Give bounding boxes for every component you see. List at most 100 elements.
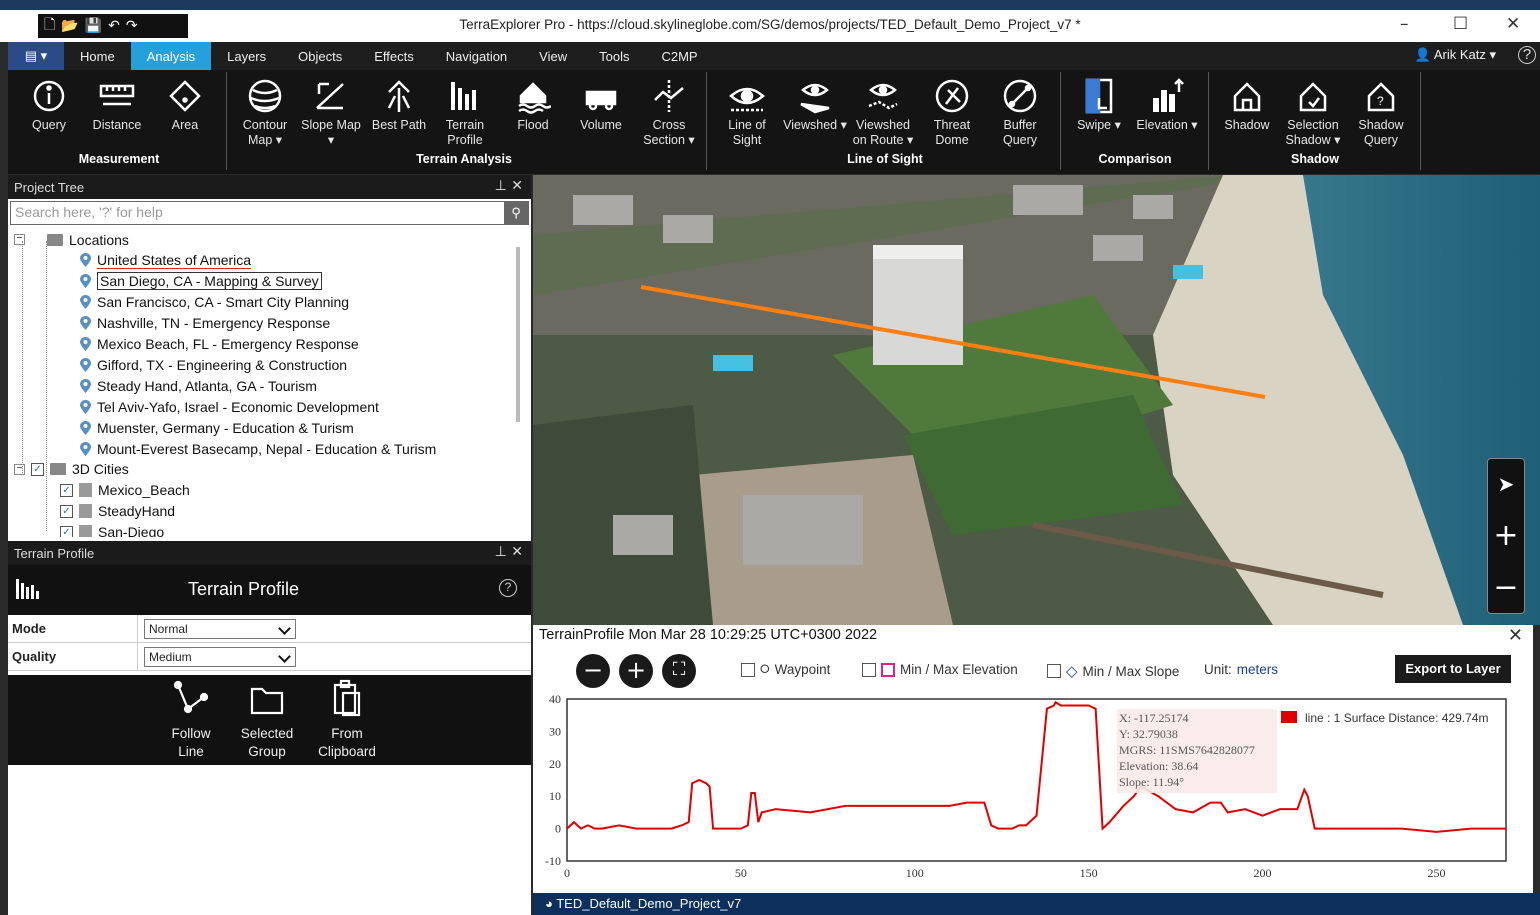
waypoint-label: Waypoint: [774, 662, 831, 677]
checkbox[interactable]: ✓: [31, 462, 44, 476]
help-icon[interactable]: ?: [499, 579, 517, 597]
min-max-slope-checkbox[interactable]: [1047, 664, 1061, 678]
tree-item[interactable]: Mount-Everest Basecamp, Nepal - Educatio…: [80, 438, 436, 459]
collapse-icon[interactable]: −: [14, 234, 25, 245]
tree-item[interactable]: United States of America: [80, 250, 252, 271]
tree-item[interactable]: − Locations: [14, 229, 129, 250]
user-icon: 👤: [1414, 47, 1434, 62]
follow-line-label: Follow Line: [171, 726, 211, 759]
fit-view-button[interactable]: ⛶: [662, 654, 696, 688]
maximize-icon[interactable]: ☐: [1453, 14, 1468, 34]
quality-select[interactable]: Medium: [144, 646, 296, 667]
ribbon-button-info[interactable]: Query: [16, 74, 82, 133]
from-clipboard-button[interactable]: From Clipboard: [310, 679, 384, 761]
tree-item[interactable]: Steady Hand, Atlanta, GA - Tourism: [80, 375, 317, 396]
tree-item[interactable]: − ✓ 3D Cities: [14, 459, 129, 480]
location-pin-icon: [80, 253, 91, 268]
ribbon-button-eye[interactable]: Line of Sight: [714, 74, 780, 148]
checkbox[interactable]: ✓: [60, 525, 73, 537]
tree-item[interactable]: ✓ Mexico_Beach: [60, 480, 190, 501]
ribbon-button-flood[interactable]: Flood: [500, 74, 566, 133]
export-to-layer-button[interactable]: Export to Layer: [1395, 655, 1511, 683]
ribbon-button-contour[interactable]: Contour Map ▾: [232, 74, 298, 148]
x-tick-label: 250: [1427, 866, 1445, 880]
close-icon[interactable]: ✕: [1508, 625, 1523, 646]
menu-objects[interactable]: Objects: [282, 42, 358, 70]
ribbon-button-viewshed-route[interactable]: Viewshed on Route ▾: [850, 74, 916, 148]
ribbon-button-cross-section[interactable]: Cross Section ▾: [636, 74, 702, 148]
ribbon-button-viewshed[interactable]: Viewshed ▾: [782, 74, 848, 133]
user-menu[interactable]: 👤 Arik Katz ▾: [1415, 47, 1496, 63]
menu-c2mp[interactable]: C2MP: [645, 42, 713, 70]
ribbon-button-slope[interactable]: Slope Map ▾: [298, 74, 364, 148]
tree-item[interactable]: San Francisco, CA - Smart City Planning: [80, 292, 349, 313]
ribbon-button-shadow-query[interactable]: ? Shadow Query: [1348, 74, 1414, 148]
selected-group-button[interactable]: Selected Group: [234, 679, 300, 761]
ribbon-button-ruler[interactable]: Distance: [84, 74, 150, 133]
tree-item-label: San-Diego: [98, 524, 165, 537]
menu-tools[interactable]: Tools: [583, 42, 645, 70]
ribbon-group-label: Terrain Analysis: [416, 152, 512, 166]
help-icon[interactable]: ?: [1518, 46, 1536, 64]
zoom-in-button[interactable]: +: [619, 654, 653, 688]
menu-effects[interactable]: Effects: [358, 42, 430, 70]
tree-item[interactable]: Gifford, TX - Engineering & Construction: [80, 354, 347, 375]
checkbox[interactable]: ✓: [60, 483, 73, 497]
project-tree: − Locations United States of America San Di…: [8, 227, 531, 537]
waypoint-option[interactable]: ⭘ Waypoint: [741, 662, 830, 677]
pin-close-icon[interactable]: ⊥ ✕: [495, 178, 523, 194]
tree-item[interactable]: Tel Aviv-Yafo, Israel - Economic Develop…: [80, 396, 379, 417]
min-max-elevation-option[interactable]: Min / Max Elevation: [862, 662, 1018, 677]
ribbon-button-buffer[interactable]: Buffer Query: [987, 74, 1053, 148]
ribbon-button-profile[interactable]: Terrain Profile: [432, 74, 498, 148]
ribbon-button-selection-shadow[interactable]: Selection Shadow ▾: [1280, 74, 1346, 148]
mode-select[interactable]: Normal: [144, 618, 296, 639]
search-box[interactable]: Search here, '?' for help ⚲: [10, 201, 529, 225]
ribbon-button-swipe[interactable]: Swipe ▾: [1066, 74, 1132, 133]
info-icon: [16, 74, 82, 118]
ribbon-button-elevation[interactable]: Elevation ▾: [1134, 74, 1200, 133]
ribbon-button-threat-dome[interactable]: Threat Dome: [919, 74, 985, 148]
tree-item[interactable]: ✓ San-Diego: [60, 522, 165, 537]
checkbox[interactable]: ✓: [60, 504, 73, 518]
window-title: TerraExplorer Pro - https://cloud.skylin…: [459, 17, 1081, 32]
collapse-icon[interactable]: −: [14, 463, 25, 475]
menu-analysis[interactable]: Analysis: [130, 42, 212, 70]
ribbon-button-shadow[interactable]: Shadow: [1214, 74, 1280, 133]
search-input[interactable]: Search here, '?' for help: [11, 202, 504, 224]
unit-label: Unit:: [1204, 662, 1232, 677]
menu-navigation[interactable]: Navigation: [430, 42, 523, 70]
shadow-icon: [1214, 74, 1280, 118]
menu-view[interactable]: View: [523, 42, 583, 70]
follow-line-button[interactable]: Follow Line: [158, 679, 224, 761]
compass-icon[interactable]: ➤: [1488, 459, 1524, 511]
menu-home[interactable]: Home: [64, 42, 131, 70]
tree-item-label: Steady Hand, Atlanta, GA - Tourism: [97, 377, 317, 394]
ribbon-button-label: Selection Shadow ▾: [1285, 118, 1341, 147]
pin-close-icon[interactable]: ⊥ ✕: [495, 544, 523, 560]
map-view[interactable]: [533, 175, 1540, 625]
zoom-out-icon[interactable]: −: [1488, 563, 1524, 615]
tree-item[interactable]: San Diego, CA - Mapping & Survey: [80, 271, 322, 292]
min-max-slope-option[interactable]: ◇ Min / Max Slope: [1047, 662, 1179, 680]
close-icon[interactable]: ✕: [1506, 14, 1520, 34]
minimize-icon[interactable]: –: [1400, 14, 1409, 34]
tree-item[interactable]: Nashville, TN - Emergency Response: [80, 313, 330, 334]
zoom-out-button[interactable]: −: [576, 654, 610, 688]
tree-item[interactable]: ✓ SteadyHand: [60, 501, 175, 522]
min-max-elevation-checkbox[interactable]: [862, 662, 876, 677]
ribbon-button-area[interactable]: Area: [152, 74, 218, 133]
ribbon-button-path[interactable]: Best Path: [366, 74, 432, 133]
app-menu-button[interactable]: ▤ ▾: [8, 42, 64, 70]
zoom-in-icon[interactable]: +: [1488, 511, 1524, 563]
menu-layers[interactable]: Layers: [211, 42, 282, 70]
tree-item[interactable]: Mexico Beach, FL - Emergency Response: [80, 334, 359, 355]
waypoint-checkbox[interactable]: [741, 662, 755, 677]
tree-item[interactable]: Muenster, Germany - Education & Turism: [80, 417, 354, 438]
terrain-profile-chart[interactable]: 403020100-100 50 100 150 200 250X: -117.25174…: [533, 695, 1533, 893]
left-panel: Project Tree ⊥ ✕ Search here, '?' for he…: [8, 175, 531, 915]
tree-scrollbar[interactable]: [516, 247, 520, 422]
ribbon-button-volume[interactable]: Volume: [568, 74, 634, 133]
search-icon[interactable]: ⚲: [504, 202, 528, 224]
menu-bar: ▤ ▾ Home Analysis Layers Objects Effects…: [8, 42, 1540, 70]
